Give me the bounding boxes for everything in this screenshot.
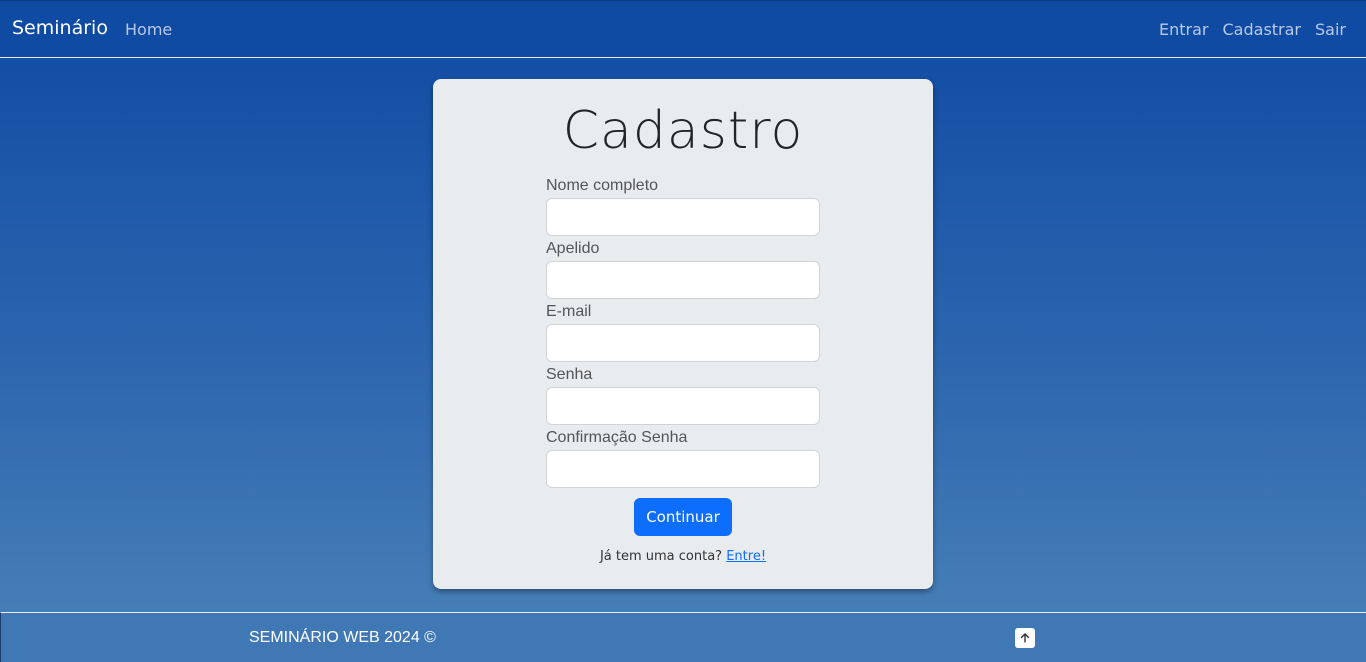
confirmacao-senha-input[interactable] (546, 450, 820, 488)
confirmacao-senha-label: Confirmação Senha (546, 429, 688, 446)
arrow-up-icon (1019, 629, 1031, 648)
nav-cadastrar-link[interactable]: Cadastrar (1223, 20, 1302, 39)
senha-input[interactable] (546, 387, 820, 425)
field-senha: Senha (546, 367, 820, 425)
continuar-button[interactable]: Continuar (634, 498, 732, 536)
login-link[interactable]: Entre! (726, 549, 766, 564)
navbar: Seminário Home Entrar Cadastrar Sair (0, 0, 1366, 58)
footer: SEMINÁRIO WEB 2024 © (0, 612, 1366, 662)
login-prompt-line: Já tem uma conta? Entre! (433, 549, 933, 564)
nav-home-link[interactable]: Home (125, 20, 172, 39)
nome-completo-input[interactable] (546, 198, 820, 236)
back-to-top-button[interactable] (1015, 628, 1035, 648)
apelido-label: Apelido (546, 240, 600, 257)
page-title: Cadastro (562, 101, 804, 161)
field-confirmacao-senha: Confirmação Senha (546, 430, 820, 488)
field-email: E-mail (546, 304, 820, 362)
brand-link[interactable]: Seminário (12, 17, 108, 39)
footer-text: SEMINÁRIO WEB 2024 © (249, 629, 436, 646)
login-prompt-text: Já tem uma conta? (599, 549, 723, 564)
email-label: E-mail (546, 303, 592, 320)
field-apelido: Apelido (546, 241, 820, 299)
nav-entrar-link[interactable]: Entrar (1159, 20, 1208, 39)
nome-completo-label: Nome completo (546, 177, 659, 194)
apelido-input[interactable] (546, 261, 820, 299)
signup-card: Cadastro Nome completo Apelido E-mail Se… (433, 79, 933, 589)
senha-label: Senha (546, 366, 593, 383)
email-input[interactable] (546, 324, 820, 362)
nav-right-links: Entrar Cadastrar Sair (1145, 20, 1346, 39)
nav-sair-link[interactable]: Sair (1315, 20, 1346, 39)
field-nome-completo: Nome completo (546, 178, 820, 236)
